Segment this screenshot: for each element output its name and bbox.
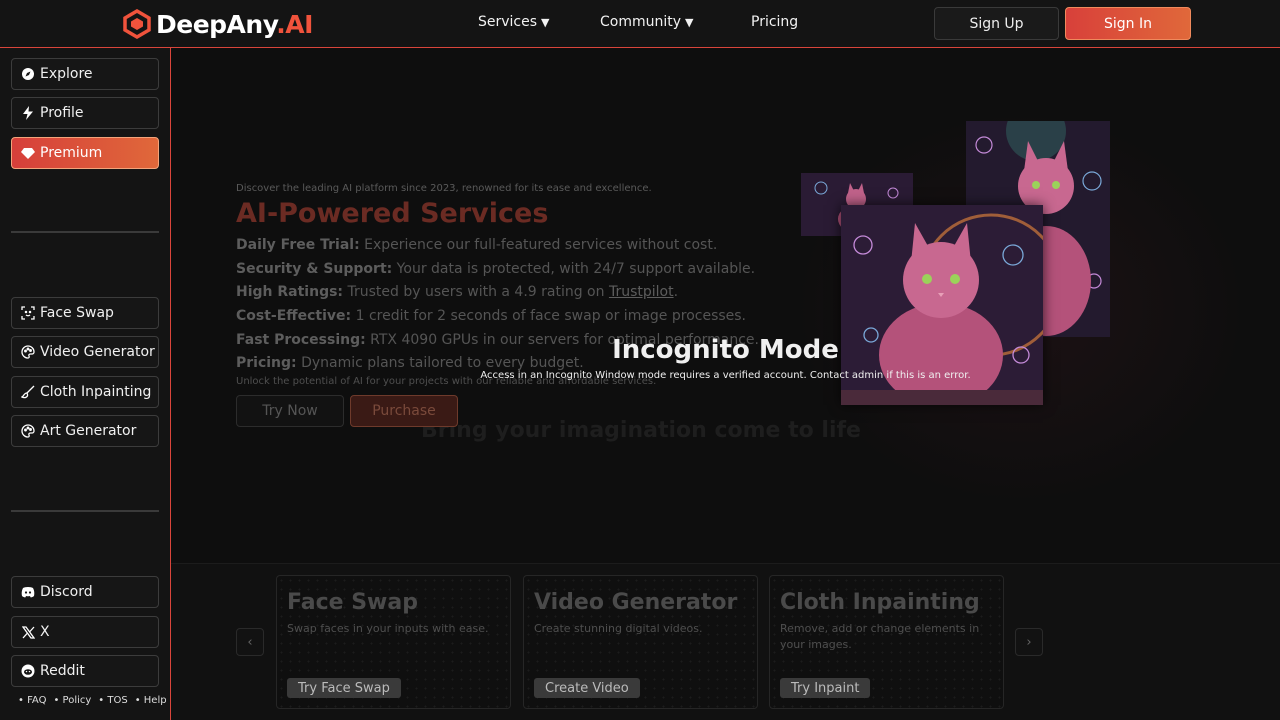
footer-links: • FAQ • Policy • TOS • Help — [18, 695, 167, 706]
compass-icon — [21, 67, 35, 81]
sidebar-item-label: Discord — [40, 584, 93, 600]
sidebar-divider — [11, 510, 159, 512]
card-description: Remove, add or change elements in your i… — [780, 622, 980, 651]
palette-icon — [21, 424, 35, 438]
help-link[interactable]: • Help — [135, 695, 167, 706]
nav-pricing-label: Pricing — [751, 14, 799, 30]
hero-title: AI-Powered Services — [236, 198, 549, 229]
card-video-generator[interactable]: Video Generator Create stunning digital … — [523, 575, 758, 709]
feature-item: Daily Free Trial: Experience our full-fe… — [236, 237, 718, 253]
sidebar-item-label: Art Generator — [40, 423, 137, 439]
sidebar-item-label: X — [40, 624, 50, 640]
sidebar-item-premium[interactable]: Premium — [11, 137, 159, 169]
x-logo-icon — [21, 625, 35, 639]
sidebar-item-reddit[interactable]: Reddit — [11, 655, 159, 687]
sidebar-item-video-generator[interactable]: Video Generator — [11, 336, 159, 368]
card-face-swap[interactable]: Face Swap Swap faces in your inputs with… — [276, 575, 511, 709]
logo-text: DeepAny — [156, 9, 277, 39]
sidebar-item-label: Profile — [40, 105, 84, 121]
sidebar-item-cloth-inpainting[interactable]: Cloth Inpainting — [11, 376, 159, 408]
nav-community-label: Community — [600, 14, 682, 30]
bolt-icon — [21, 106, 35, 120]
incognito-message: Access in an Incognito Window mode requi… — [480, 370, 971, 381]
hero-tagline: Discover the leading AI platform since 2… — [236, 183, 652, 194]
card-description: Swap faces in your inputs with ease. — [287, 622, 489, 635]
sidebar-item-label: Face Swap — [40, 305, 114, 321]
sidebar-item-discord[interactable]: Discord — [11, 576, 159, 608]
sidebar-item-profile[interactable]: Profile — [11, 97, 159, 129]
card-title: Cloth Inpainting — [780, 590, 980, 615]
card-title: Video Generator — [534, 590, 738, 615]
face-scan-icon — [21, 306, 35, 320]
sidebar-item-face-swap[interactable]: Face Swap — [11, 297, 159, 329]
feature-item: Cost-Effective: 1 credit for 2 seconds o… — [236, 308, 747, 324]
card-cloth-inpainting[interactable]: Cloth Inpainting Remove, add or change e… — [769, 575, 1004, 709]
chevron-down-icon: ▼ — [685, 15, 694, 29]
discord-icon — [21, 585, 35, 599]
feature-item: Security & Support: Your data is protect… — [236, 261, 756, 277]
logo-mark-icon — [123, 9, 151, 39]
nav-community[interactable]: Community ▼ — [600, 14, 694, 30]
sidebar-item-label: Explore — [40, 66, 93, 82]
sidebar-item-art-generator[interactable]: Art Generator — [11, 415, 159, 447]
incognito-title: Incognito Mode — [612, 335, 839, 365]
sidebar-item-label: Video Generator — [40, 344, 155, 360]
trustpilot-link[interactable]: Trustpilot — [609, 284, 674, 300]
sidebar-divider — [11, 231, 159, 233]
sidebar-item-label: Cloth Inpainting — [40, 384, 152, 400]
try-inpaint-button[interactable]: Try Inpaint — [780, 678, 871, 698]
sidebar-item-label: Reddit — [40, 663, 85, 679]
try-face-swap-button[interactable]: Try Face Swap — [287, 678, 401, 698]
card-description: Create stunning digital videos. — [534, 622, 703, 635]
palette-icon — [21, 345, 35, 359]
sidebar-item-x[interactable]: X — [11, 616, 159, 648]
policy-link[interactable]: • Policy — [53, 695, 91, 706]
sign-in-button[interactable]: Sign In — [1065, 7, 1191, 40]
top-header: DeepAny.AI Services ▼ Community ▼ Pricin… — [0, 0, 1280, 48]
logo-suffix: .AI — [276, 9, 313, 39]
logo[interactable]: DeepAny.AI — [122, 8, 313, 40]
sidebar-item-explore[interactable]: Explore — [11, 58, 159, 90]
sidebar-item-label: Premium — [40, 145, 103, 161]
sign-up-button[interactable]: Sign Up — [934, 7, 1059, 40]
carousel-prev-button[interactable]: ‹ — [236, 628, 264, 656]
card-title: Face Swap — [287, 590, 418, 615]
try-now-button[interactable]: Try Now — [236, 395, 344, 427]
diamond-icon — [21, 146, 35, 160]
brush-icon — [21, 385, 35, 399]
nav-pricing[interactable]: Pricing — [751, 14, 798, 30]
purchase-button[interactable]: Purchase — [350, 395, 458, 427]
feature-item: High Ratings: Trusted by users with a 4.… — [236, 284, 679, 300]
main-content: Bring your imagination come to life Disc… — [171, 48, 1280, 720]
hero-background-text: Bring your imagination come to life — [421, 418, 861, 443]
create-video-button[interactable]: Create Video — [534, 678, 640, 698]
reddit-icon — [21, 664, 35, 678]
nav-services[interactable]: Services ▼ — [478, 14, 550, 30]
tos-link[interactable]: • TOS — [98, 695, 127, 706]
carousel-next-button[interactable]: › — [1015, 628, 1043, 656]
nav-services-label: Services — [478, 14, 538, 30]
sidebar: Explore Profile Premium Face Swap Video … — [0, 48, 171, 720]
faq-link[interactable]: • FAQ — [18, 695, 46, 706]
chevron-down-icon: ▼ — [541, 15, 550, 29]
